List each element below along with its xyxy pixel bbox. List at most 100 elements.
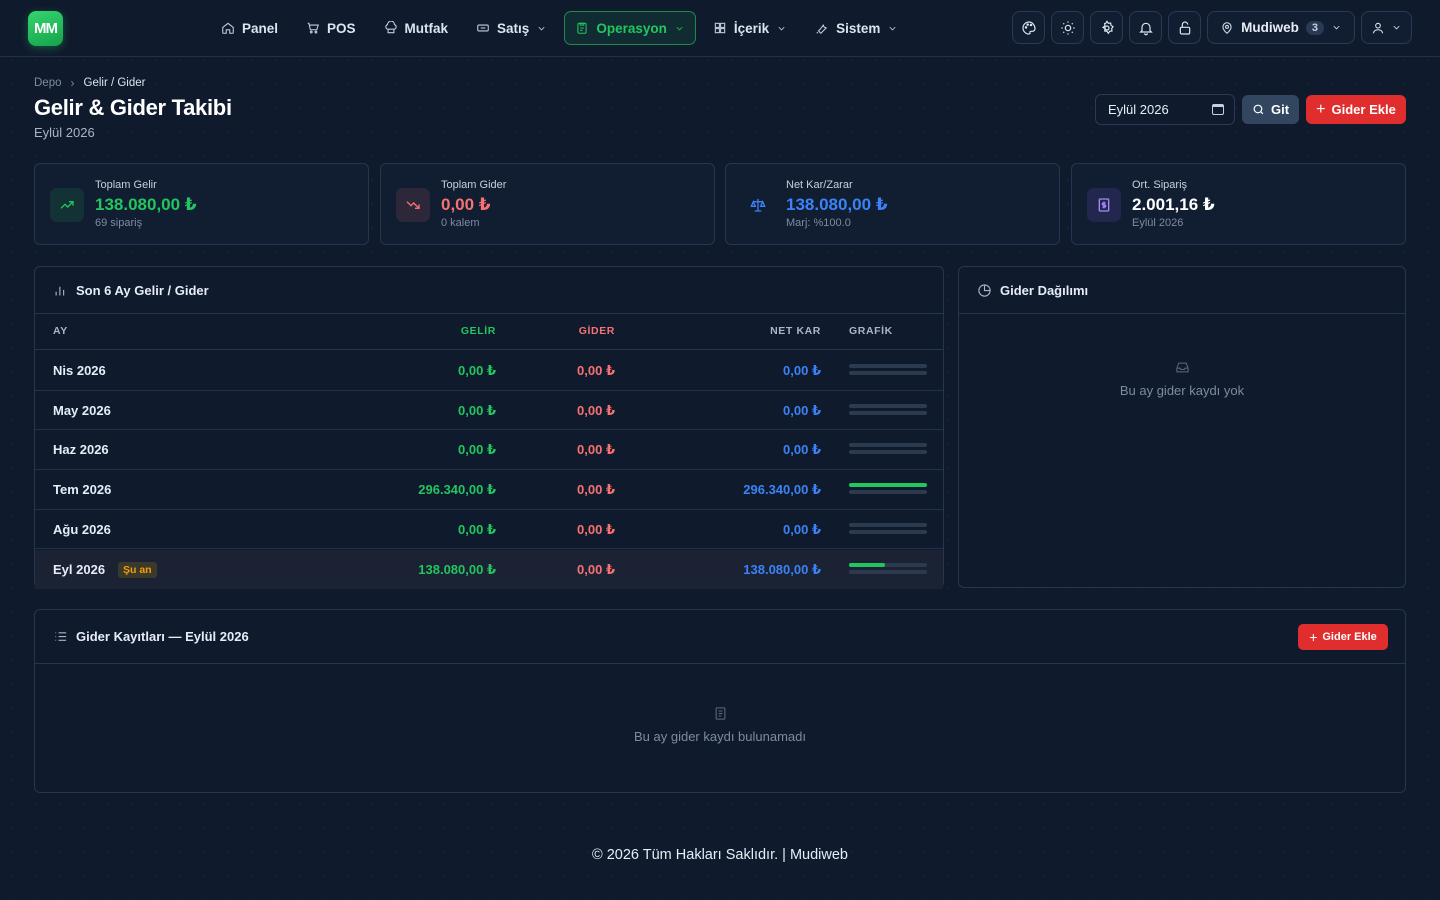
nav-label: Panel [242,20,279,36]
theme-palette-button[interactable] [1012,11,1046,44]
panel-title: Gider Kayıtları — Eylül 2026 [76,629,249,644]
stat-value: 138.080,00 ₺ [95,195,197,214]
nav-icerik[interactable]: İçerik [702,11,798,45]
brand-logo[interactable]: MM [28,11,63,46]
column-header-net: NET KAR [770,325,821,337]
expense-bar-track [849,410,927,415]
table-row: Tem 2026 296.340,00 ₺ 0,00 ₺ 296.340,00 ₺ [35,470,943,510]
stat-card-total-income: Toplam Gelir 138.080,00 ₺ 69 sipariş [34,163,369,245]
bell-icon [1138,22,1153,35]
gear-icon [1101,19,1114,34]
calendar-icon[interactable] [1212,104,1224,115]
page-title: Gelir & Gider Takibi [34,95,232,120]
map-pin-icon [1222,21,1232,34]
go-button-label: Git [1270,102,1290,117]
stat-card-total-expense: Toplam Gider 0,00 ₺ 0 kalem [380,163,715,245]
month-cell: May 2026 [53,402,111,418]
stat-card-net-profit: Net Kar/Zarar 138.080,00 ₺ Marj: %100.0 [725,163,1060,245]
column-header-expense: GİDER [578,325,615,337]
net-cell: 0,00 ₺ [783,442,821,458]
branch-selector[interactable]: Mudiweb 3 [1207,11,1355,44]
expense-cell: 0,00 ₺ [577,561,615,577]
go-button[interactable]: Git [1242,95,1299,124]
month-cell: Eyl 2026 [53,561,106,577]
lock-button[interactable] [1168,11,1202,44]
document-icon [715,707,725,720]
nav-operasyon[interactable]: Operasyon [564,11,696,45]
chevron-down-icon [778,26,785,30]
nav-sistem[interactable]: Sistem [804,11,909,45]
income-bar-track [849,483,927,488]
table-row: Nis 2026 0,00 ₺ 0,00 ₺ 0,00 ₺ [35,351,943,391]
grid-icon [714,22,726,34]
expense-cell: 0,00 ₺ [577,363,615,378]
stat-sub: Eylül 2026 [1132,217,1184,229]
sun-icon [1060,20,1075,35]
month-cell: Ağu 2026 [53,521,111,537]
stat-sub: Marj: %100.0 [786,217,851,229]
nav-label: Mutfak [404,20,449,36]
panel-header: Son 6 Ay Gelir / Gider [35,267,943,314]
monthly-summary-panel: Son 6 Ay Gelir / Gider AY GELİR GİDER NE… [34,266,944,590]
add-expense-button[interactable]: + Gider Ekle [1306,95,1406,124]
chef-hat-icon [384,21,397,34]
settings-button[interactable] [1090,11,1124,44]
stat-value: 138.080,00 ₺ [786,195,888,214]
chevron-down-icon [889,26,896,30]
nav-label: Operasyon [596,20,667,36]
income-bar-track [849,562,927,567]
chevron-down-icon [1333,25,1340,30]
user-menu-button[interactable] [1361,11,1412,44]
nav-mutfak[interactable]: Mutfak [373,11,460,45]
nav-panel[interactable]: Panel [210,11,289,45]
nav-satis[interactable]: Satış [465,11,558,45]
panel-title: Son 6 Ay Gelir / Gider [76,282,209,298]
add-expense-label: Gider Ekle [1322,631,1377,643]
net-cell: 0,00 ₺ [783,402,821,418]
trend-up-icon [50,188,84,222]
stat-value: 2.001,16 ₺ [1132,195,1215,214]
month-cell: Nis 2026 [53,363,106,378]
trend-down-icon [396,188,430,222]
income-bar-track [849,522,927,527]
expense-cell: 0,00 ₺ [577,521,615,537]
table-header: AY GELİR GİDER NET KAR GRAFİK [35,314,943,350]
stat-card-avg-order: Ort. Sipariş 2.001,16 ₺ Eylül 2026 [1071,163,1406,245]
plus-icon: + [1309,629,1318,645]
palette-icon [1022,20,1036,35]
stat-value: 0,00 ₺ [441,195,491,214]
panel-title: Gider Dağılımı [1000,282,1089,298]
expense-bar-track [849,371,927,375]
stat-label: Toplam Gelir [95,179,157,191]
chevron-down-icon [538,26,545,30]
add-expense-record-button[interactable]: + Gider Ekle [1298,624,1388,650]
main-nav: Panel POS Mutfak Satış Operasyon İçerik … [210,11,909,45]
month-picker-input[interactable]: Eylül 2026 [1095,94,1235,125]
home-icon [222,22,234,34]
breadcrumb-root[interactable]: Depo [34,77,62,89]
chevron-down-icon [1393,25,1400,30]
table-row: Eyl 2026 Şu an 138.080,00 ₺ 0,00 ₺ 138.080,0… [35,549,943,590]
income-bar [849,483,927,488]
records-empty-state: Bu ay gider kaydı bulunamadı [35,706,1405,744]
pie-chart-icon [978,283,991,297]
table-row: Ağu 2026 0,00 ₺ 0,00 ₺ 0,00 ₺ [35,510,943,550]
light-mode-button[interactable] [1051,11,1085,44]
panel-header: Gider Dağılımı [959,267,1405,314]
footer: © 2026 Tüm Hakları Saklıdır. | Mudiweb [592,847,848,863]
expense-bar-track [849,490,927,495]
income-bar-track [849,443,927,448]
income-bar-track [849,364,927,368]
search-icon [1253,104,1264,115]
income-bar [849,562,886,567]
plus-icon: + [1316,100,1326,118]
breadcrumb: Depo › Gelir / Gider [34,76,146,90]
scale-icon [741,188,775,222]
notifications-button[interactable] [1129,11,1163,44]
ticket-icon [477,24,489,32]
nav-pos[interactable]: POS [295,11,367,45]
chevron-down-icon [676,26,683,30]
expense-cell: 0,00 ₺ [577,402,615,418]
column-header-chart: GRAFİK [849,325,893,337]
inbox-icon [1175,362,1189,373]
